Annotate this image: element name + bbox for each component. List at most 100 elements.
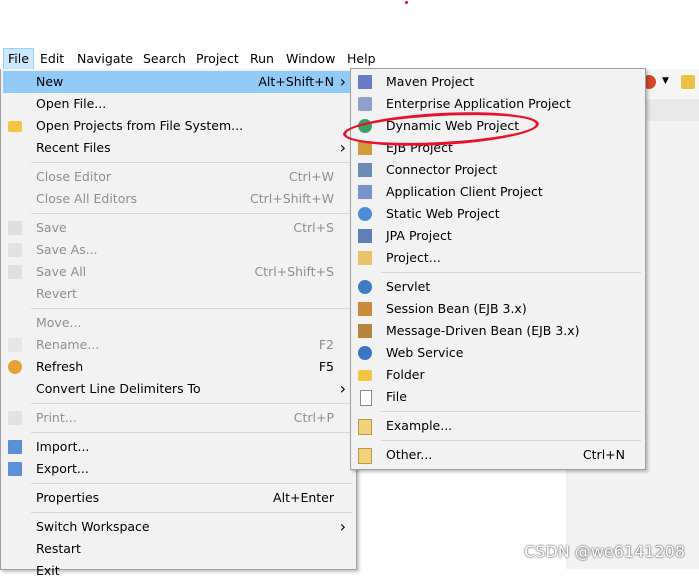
menu-item-label: Message-Driven Bean (EJB 3.x): [386, 323, 580, 338]
menu-item-label: Other...: [386, 447, 433, 462]
app-client-icon: [358, 185, 372, 199]
watermark: CSDN @we6141208: [524, 542, 685, 561]
menu-item-label: Session Bean (EJB 3.x): [386, 301, 527, 316]
rename-icon: [8, 338, 22, 352]
menu-item-connector-project[interactable]: Connector Project: [353, 159, 643, 181]
menu-item-maven-project[interactable]: Maven Project: [353, 71, 643, 93]
menu-item-label: Import...: [36, 439, 90, 454]
menu-item-close-all-editors: Close All Editors Ctrl+Shift+W: [3, 188, 354, 210]
menu-item-folder[interactable]: Folder: [353, 364, 643, 386]
menu-window[interactable]: Window: [282, 49, 339, 69]
menu-item-export[interactable]: Export...: [3, 458, 354, 480]
menu-item-shortcut: Ctrl+Shift+S: [254, 264, 334, 279]
menu-item-jpa-project[interactable]: JPA Project: [353, 225, 643, 247]
folder-icon: [8, 121, 22, 132]
menu-item-enterprise-application-project[interactable]: Enterprise Application Project: [353, 93, 643, 115]
menu-item-label: Properties: [36, 490, 100, 505]
menu-item-exit[interactable]: Exit: [3, 560, 354, 582]
menu-separator: [31, 512, 352, 513]
export-icon: [8, 462, 22, 476]
menu-separator: [381, 411, 641, 412]
menu-item-label: Save All: [36, 264, 87, 279]
menu-edit[interactable]: Edit: [36, 49, 68, 69]
menu-item-label: Refresh: [36, 359, 84, 374]
menu-item-restart[interactable]: Restart: [3, 538, 354, 560]
menu-item-label: Application Client Project: [386, 184, 543, 199]
menu-item-shortcut: Ctrl+Shift+W: [250, 191, 334, 206]
menu-item-session-bean-ejb-3-x[interactable]: Session Bean (EJB 3.x): [353, 298, 643, 320]
menu-separator: [31, 432, 352, 433]
menu-item-ejb-project[interactable]: EJB Project: [353, 137, 643, 159]
chevron-down-icon[interactable]: ▼: [662, 76, 669, 86]
print-icon: [8, 411, 22, 425]
menu-item-properties[interactable]: Properties Alt+Enter: [3, 487, 354, 509]
menu-item-servlet[interactable]: Servlet: [353, 276, 643, 298]
static-web-icon: [358, 207, 372, 221]
red-dot: [405, 1, 408, 4]
menu-help[interactable]: Help: [343, 49, 380, 69]
menu-item-dynamic-web-project[interactable]: Dynamic Web Project: [353, 115, 643, 137]
menu-item-file[interactable]: File: [353, 386, 643, 408]
session-bean-icon: [358, 302, 372, 316]
menu-item-label: Project...: [386, 250, 441, 265]
menu-item-shortcut: Ctrl+P: [293, 410, 334, 425]
menu-item-save-as: Save As...: [3, 239, 354, 261]
menu-item-project[interactable]: Project...: [353, 247, 643, 269]
project-icon: [358, 251, 372, 265]
new-submenu: Maven Project Enterprise Application Proj…: [350, 68, 646, 470]
menu-item-label: Folder: [386, 367, 425, 382]
menu-item-label: Move...: [36, 315, 82, 330]
menu-item-application-client-project[interactable]: Application Client Project: [353, 181, 643, 203]
menu-item-shortcut: F5: [318, 359, 334, 374]
menu-separator: [31, 308, 352, 309]
menu-item-label: Dynamic Web Project: [386, 118, 520, 133]
menu-item-label: Servlet: [386, 279, 431, 294]
menu-search[interactable]: Search: [139, 49, 190, 69]
ear-project-icon: [358, 97, 372, 111]
connector-icon: [358, 163, 372, 177]
menu-navigate[interactable]: Navigate: [73, 49, 137, 69]
menu-item-shortcut: Ctrl+N: [582, 447, 625, 462]
menu-item-label: Switch Workspace: [36, 519, 150, 534]
menu-item-label: Export...: [36, 461, 89, 476]
menu-item-shortcut: Alt+Enter: [273, 490, 334, 505]
menu-item-recent-files[interactable]: Recent Files ›: [3, 137, 354, 159]
menu-item-open-file[interactable]: Open File...: [3, 93, 354, 115]
menu-item-label: Revert: [36, 286, 77, 301]
menu-item-switch-workspace[interactable]: Switch Workspace ›: [3, 516, 354, 538]
menu-item-label: Enterprise Application Project: [386, 96, 571, 111]
menu-item-label: Convert Line Delimiters To: [36, 381, 201, 396]
menu-item-save-all: Save All Ctrl+Shift+S: [3, 261, 354, 283]
menu-item-static-web-project[interactable]: Static Web Project: [353, 203, 643, 225]
chevron-right-icon: ›: [339, 379, 346, 398]
menu-run[interactable]: Run: [246, 49, 278, 69]
file-menu: New Alt+Shift+N › Open File... Open Projects…: [0, 69, 357, 578]
import-icon: [8, 440, 22, 454]
save-all-icon: [8, 265, 22, 279]
open-folder-icon[interactable]: [681, 75, 695, 89]
save-as-icon: [8, 243, 22, 257]
menu-item-import[interactable]: Import...: [3, 436, 354, 458]
menu-item-save: Save Ctrl+S: [3, 217, 354, 239]
menu-item-open-projects-from-file-system[interactable]: Open Projects from File System...: [3, 115, 354, 137]
menu-item-web-service[interactable]: Web Service: [353, 342, 643, 364]
menu-item-new[interactable]: New Alt+Shift+N ›: [3, 71, 354, 93]
menu-item-shortcut: Alt+Shift+N: [258, 74, 334, 89]
menu-separator: [31, 162, 352, 163]
menu-item-convert-line-delimiters-to[interactable]: Convert Line Delimiters To ›: [3, 378, 354, 400]
menu-file[interactable]: File: [3, 48, 34, 70]
menu-item-message-driven-bean-ejb-3-x[interactable]: Message-Driven Bean (EJB 3.x): [353, 320, 643, 342]
menu-item-label: New: [36, 74, 64, 89]
menu-item-label: Connector Project: [386, 162, 498, 177]
menu-item-label: Recent Files: [36, 140, 111, 155]
menu-item-revert: Revert: [3, 283, 354, 305]
menu-separator: [31, 483, 352, 484]
menu-item-label: Static Web Project: [386, 206, 500, 221]
menu-project[interactable]: Project: [192, 49, 243, 69]
menu-item-label: Example...: [386, 418, 453, 433]
menu-separator: [381, 440, 641, 441]
servlet-icon: [358, 280, 372, 294]
menu-item-refresh[interactable]: Refresh F5: [3, 356, 354, 378]
menu-item-example[interactable]: Example...: [353, 415, 643, 437]
menu-item-other[interactable]: Other... Ctrl+N: [353, 444, 643, 466]
